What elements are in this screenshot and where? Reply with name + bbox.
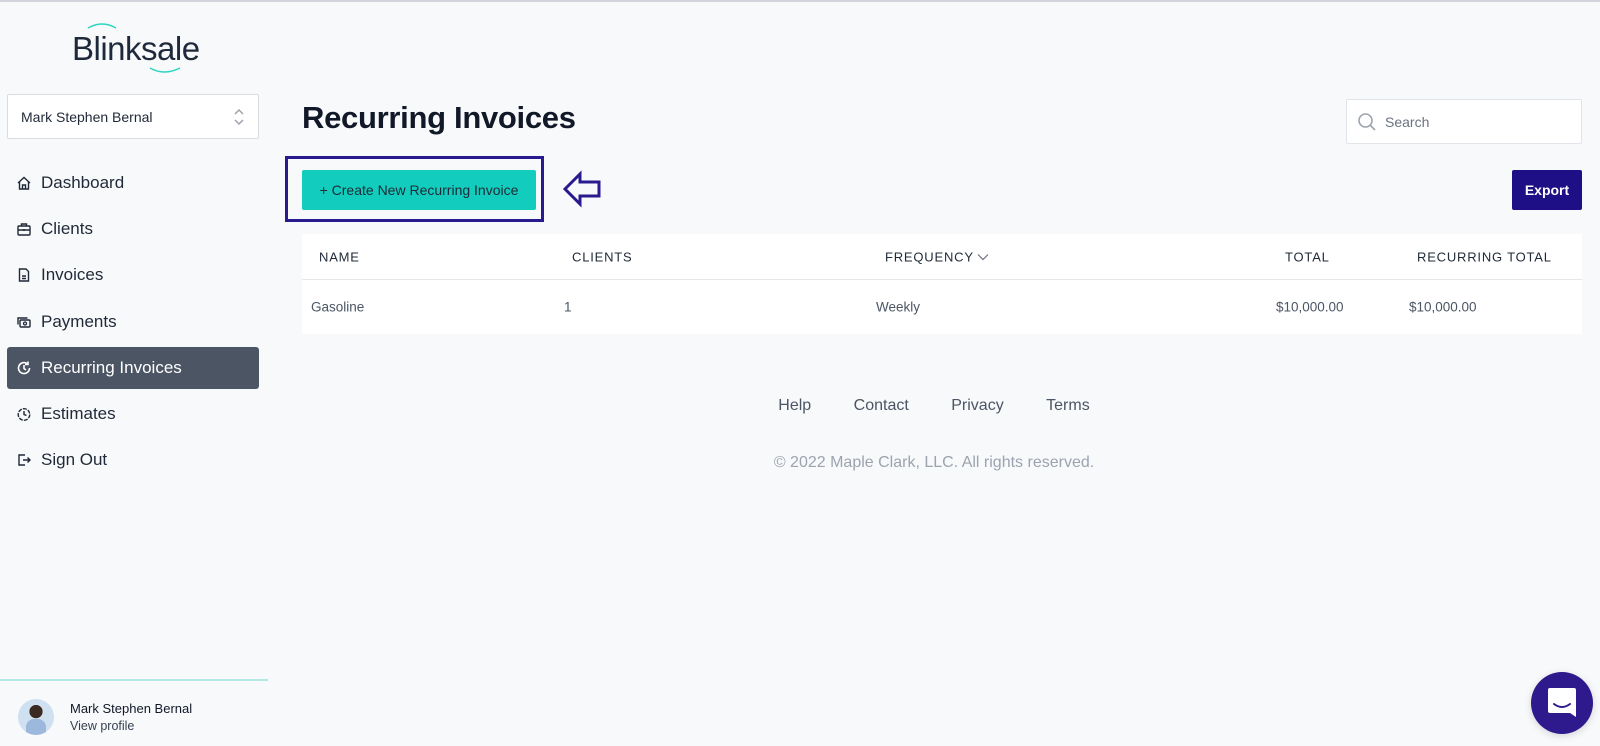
home-icon — [16, 175, 32, 191]
chat-launcher-button[interactable] — [1531, 672, 1593, 734]
sidebar-item-label: Clients — [41, 219, 93, 239]
profile-section[interactable]: Mark Stephen Bernal View profile — [18, 699, 192, 735]
sidebar-item-recurring-invoices[interactable]: Recurring Invoices — [7, 346, 259, 389]
document-icon — [16, 267, 32, 283]
logo-text: Blinksale — [72, 30, 200, 67]
cell-name[interactable]: Gasoline — [311, 300, 364, 315]
column-header-name[interactable]: NAME — [319, 249, 360, 264]
cell-recurring-total: $10,000.00 — [1409, 299, 1477, 315]
cell-frequency: Weekly — [876, 299, 921, 315]
cash-icon — [16, 314, 32, 330]
chevron-up-down-icon — [234, 108, 244, 126]
footer-link-help[interactable]: Help — [778, 397, 811, 414]
column-header-clients[interactable]: CLIENTS — [572, 249, 633, 264]
chat-bubble-icon — [1548, 688, 1576, 717]
column-header-frequency-label: FREQUENCY — [885, 249, 974, 264]
search-input[interactable] — [1385, 113, 1575, 130]
account-selector[interactable]: Mark Stephen Bernal — [7, 94, 259, 139]
table-row[interactable]: Gasoline 1 Weekly $10,000.00 $10,000.00 — [302, 280, 1582, 334]
annotation-arrow-left-icon — [563, 170, 601, 208]
sidebar-item-label: Dashboard — [41, 173, 125, 192]
avatar[interactable] — [18, 699, 54, 735]
sidebar-item-estimates[interactable]: Estimates — [7, 393, 259, 435]
blinksale-logo[interactable]: Blinksale — [72, 20, 202, 80]
sidebar: Blinksale Mark Stephen Bernal Dashboard … — [0, 2, 268, 746]
cell-clients: 1 — [564, 299, 572, 315]
table-header: NAME CLIENTS FREQUENCY TOTAL RECURRING T… — [302, 234, 1582, 280]
sidebar-item-dashboard[interactable]: Dashboard — [7, 162, 259, 204]
cell-total: $10,000.00 — [1276, 299, 1344, 315]
account-selector-value: Mark Stephen Bernal — [21, 108, 153, 125]
sidebar-divider — [0, 679, 268, 681]
search-icon — [1358, 112, 1376, 131]
sidebar-item-clients[interactable]: Clients — [7, 208, 259, 250]
column-header-frequency[interactable]: FREQUENCY — [885, 249, 989, 264]
sidebar-item-label: Recurring Invoices — [41, 357, 182, 377]
sidebar-item-label: Payments — [41, 311, 117, 331]
create-recurring-invoice-button[interactable]: + Create New Recurring Invoice — [302, 170, 536, 210]
export-button[interactable]: Export — [1512, 170, 1582, 210]
refresh-clock-icon — [16, 360, 32, 376]
sidebar-item-payments[interactable]: Payments — [7, 301, 259, 343]
footer-link-terms[interactable]: Terms — [1046, 397, 1090, 414]
column-header-recurring-total[interactable]: RECURRING TOTAL — [1417, 249, 1552, 264]
briefcase-icon — [16, 221, 32, 237]
profile-name: Mark Stephen Bernal — [70, 701, 193, 716]
sidebar-nav: Dashboard Clients Invoices Payments Recu… — [7, 162, 259, 485]
view-profile-link[interactable]: View profile — [70, 719, 192, 733]
sidebar-item-sign-out[interactable]: Sign Out — [7, 439, 259, 481]
footer-link-contact[interactable]: Contact — [854, 397, 909, 414]
footer-links: Help Contact Privacy Terms — [268, 397, 1600, 415]
sidebar-item-label: Invoices — [41, 265, 104, 285]
logout-icon — [16, 452, 32, 468]
search-box[interactable] — [1346, 99, 1582, 144]
copyright-text: © 2022 Maple Clark, LLC. All rights rese… — [773, 454, 1095, 471]
timer-icon — [16, 406, 32, 422]
sidebar-item-label: Estimates — [41, 403, 116, 423]
main-content: Recurring Invoices + Create New Recurrin… — [268, 2, 1600, 746]
column-header-total[interactable]: TOTAL — [1285, 249, 1330, 264]
page-title: Recurring Invoices — [302, 100, 576, 135]
footer-link-privacy[interactable]: Privacy — [951, 397, 1003, 414]
sidebar-item-label: Sign Out — [41, 450, 108, 470]
recurring-invoices-table: NAME CLIENTS FREQUENCY TOTAL RECURRING T… — [302, 234, 1582, 334]
sort-chevron-down-icon — [977, 254, 989, 261]
sidebar-item-invoices[interactable]: Invoices — [7, 254, 259, 296]
